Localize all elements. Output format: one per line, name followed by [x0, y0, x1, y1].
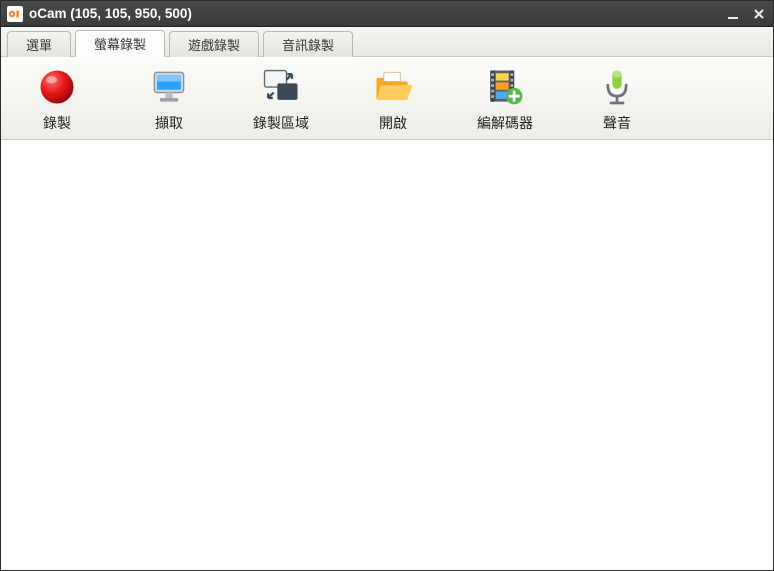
- tab-label: 選單: [26, 38, 52, 53]
- tab-label: 音訊錄製: [282, 38, 334, 53]
- minimize-button[interactable]: [725, 6, 741, 22]
- window-title: oCam (105, 105, 950, 500): [29, 6, 725, 21]
- toolbar-label: 編解碼器: [477, 113, 533, 133]
- resize-icon: [257, 63, 305, 111]
- tab-label: 遊戲錄製: [188, 38, 240, 53]
- tab-bar: 選單 螢幕錄製 遊戲錄製 音訊錄製: [1, 27, 773, 57]
- tab-menu[interactable]: 選單: [7, 31, 71, 57]
- open-button[interactable]: 開啟: [345, 63, 441, 133]
- app-icon: [7, 6, 23, 22]
- folder-open-icon: [369, 63, 417, 111]
- toolbar: 錄製 擷取: [1, 57, 773, 140]
- toolbar-label: 擷取: [155, 113, 183, 133]
- tab-audio-record[interactable]: 音訊錄製: [263, 31, 353, 57]
- close-button[interactable]: [751, 6, 767, 22]
- sound-button[interactable]: 聲音: [569, 63, 665, 133]
- record-icon: [33, 63, 81, 111]
- tab-game-record[interactable]: 遊戲錄製: [169, 31, 259, 57]
- codec-button[interactable]: 編解碼器: [457, 63, 553, 133]
- window-controls: [725, 6, 767, 22]
- title-bar: oCam (105, 105, 950, 500): [1, 1, 773, 27]
- toolbar-label: 聲音: [603, 113, 631, 133]
- toolbar-label: 錄製區域: [253, 113, 309, 133]
- app-window: oCam (105, 105, 950, 500) 選單 螢幕錄製 遊戲錄製 音…: [0, 0, 774, 571]
- capture-button[interactable]: 擷取: [121, 63, 217, 133]
- area-button[interactable]: 錄製區域: [233, 63, 329, 133]
- toolbar-label: 開啟: [379, 113, 407, 133]
- codec-icon: [481, 63, 529, 111]
- tab-screen-record[interactable]: 螢幕錄製: [75, 30, 165, 57]
- toolbar-label: 錄製: [43, 113, 71, 133]
- record-button[interactable]: 錄製: [9, 63, 105, 133]
- content-area: [1, 140, 773, 570]
- monitor-icon: [145, 63, 193, 111]
- tab-label: 螢幕錄製: [94, 37, 146, 52]
- mic-icon: [593, 63, 641, 111]
